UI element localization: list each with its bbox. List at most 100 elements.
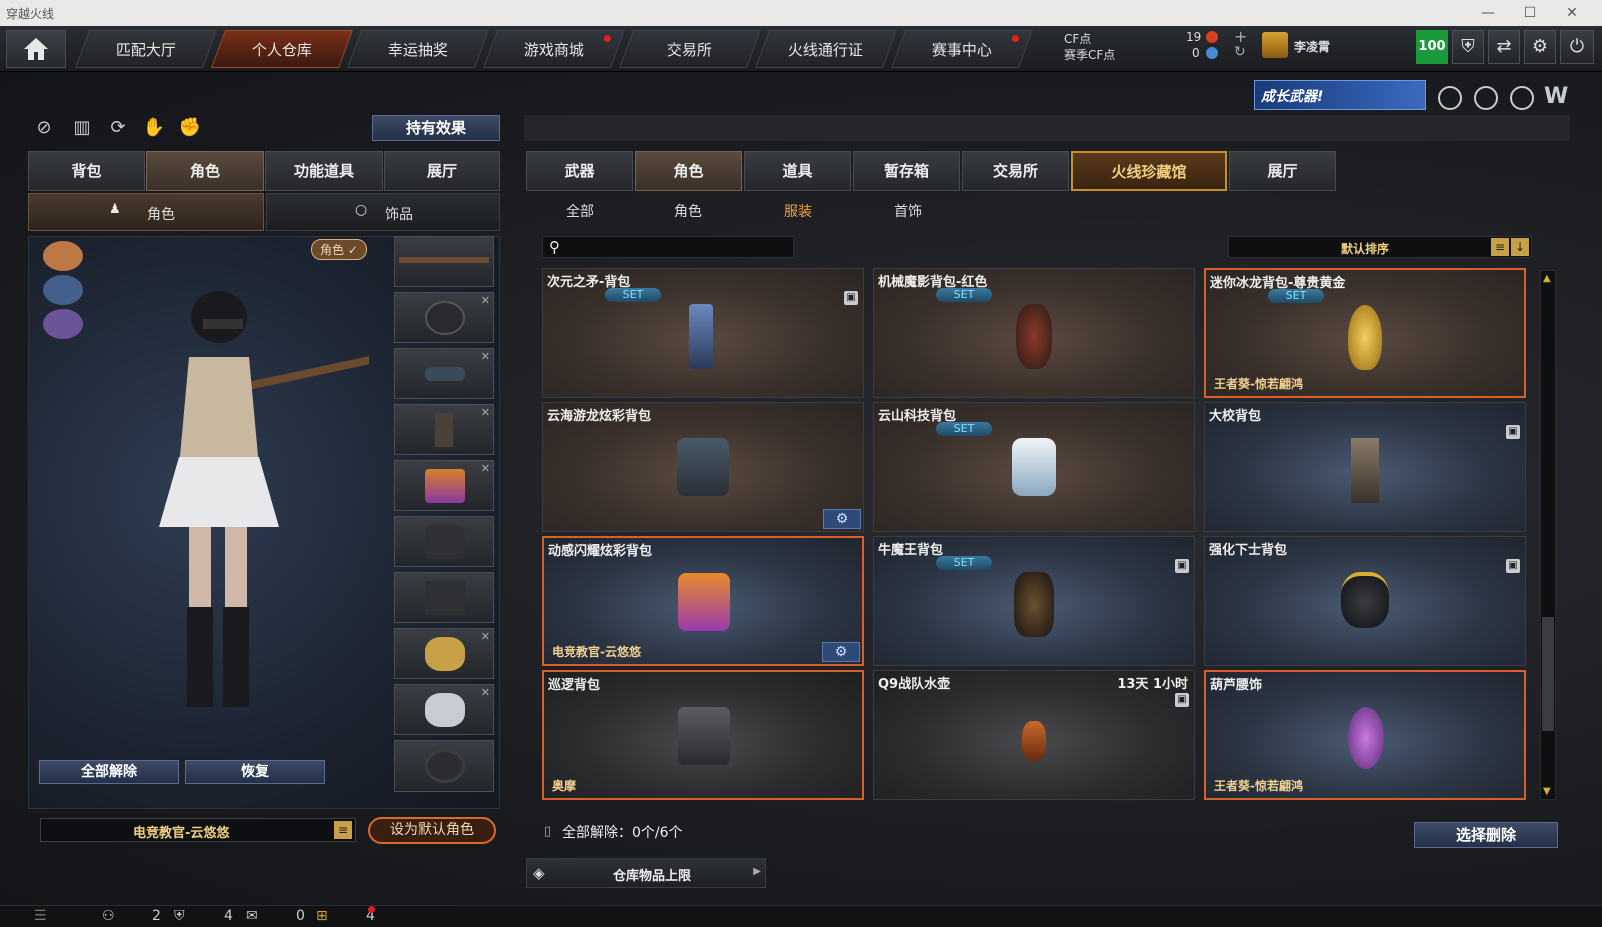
crosshair-icon[interactable] [1510, 86, 1534, 110]
username[interactable]: 李凌霄 [1294, 38, 1330, 55]
shield-button[interactable]: ⛨ [1452, 30, 1484, 64]
badge-icon[interactable] [1438, 86, 1462, 110]
item-card[interactable]: 迷你冰龙背包-尊贵黄金 SET 王者葵-惊若翩鸿 [1204, 268, 1526, 398]
list-icon[interactable]: ≡ [1491, 238, 1509, 256]
tab-temp-box[interactable]: 暂存箱 [853, 151, 960, 191]
ranking-icon[interactable]: ▥ [68, 114, 96, 142]
tab-personal-storage[interactable]: 个人仓库 [211, 30, 353, 68]
camp-blue-icon[interactable] [43, 275, 83, 305]
pose-icon[interactable]: ✋ [140, 114, 168, 142]
scroll-down-icon[interactable]: ▼ [1543, 786, 1551, 797]
unequip-all-button[interactable]: 全部解除 [39, 760, 179, 784]
set-default-character-button[interactable]: 设为默认角色 [368, 817, 496, 844]
item-list-scrollbar[interactable]: ▲ ▼ [1540, 270, 1556, 800]
menu-icon[interactable]: ☰ [34, 908, 47, 924]
shield-icon[interactable]: ⛨ [174, 908, 185, 924]
level-badge[interactable]: 100 [1416, 30, 1448, 64]
slot-backpack[interactable]: ✕ [394, 460, 494, 511]
expand-icon[interactable]: ▶ [753, 866, 761, 877]
item-card[interactable]: 云海游龙炫彩背包 ⚙ [542, 402, 864, 532]
globe-icon[interactable] [1474, 86, 1498, 110]
growth-weapon-banner[interactable]: 成长武器! [1254, 80, 1426, 110]
item-card[interactable]: 牛魔王背包 SET ▣ [873, 536, 1195, 666]
item-card[interactable]: 巡逻背包 奥摩 [542, 670, 864, 800]
trash-icon[interactable]: ▣ [844, 291, 858, 305]
remove-icon[interactable]: ✕ [481, 630, 490, 643]
character-name-field[interactable]: 电竞教官-云悠悠 ≡ [40, 818, 356, 842]
tab-lucky-draw[interactable]: 幸运抽奖 [347, 30, 489, 68]
toggle-off-icon[interactable]: ⊘ [30, 114, 58, 142]
slot-pants[interactable] [394, 572, 494, 623]
camp-eagle-icon[interactable] [43, 241, 83, 271]
storage-limit-bar[interactable]: ◈ 仓库物品上限 ▶ [526, 858, 766, 888]
item-card[interactable]: 强化下士背包 ▣ [1204, 536, 1526, 666]
subtab-jewelry[interactable]: 首饰 [888, 201, 928, 221]
slot-pet-gold[interactable]: ✕ [394, 628, 494, 679]
tab-roles[interactable]: 角色 [635, 151, 742, 191]
tab-exchange[interactable]: 交易所 [619, 30, 761, 68]
remove-icon[interactable]: ✕ [481, 462, 490, 475]
trash-icon[interactable]: ▣ [1175, 693, 1189, 707]
refresh-icon[interactable]: ↻ [1234, 44, 1246, 60]
search-box[interactable]: ⚲ [542, 236, 794, 258]
maximize-button[interactable]: ☐ [1520, 3, 1540, 23]
gear-icon[interactable]: ⚙ [822, 642, 860, 662]
tab-match-hall[interactable]: 匹配大厅 [75, 30, 217, 68]
remove-icon[interactable]: ✕ [481, 350, 490, 363]
tab-backpack[interactable]: 背包 [28, 151, 145, 191]
subtab-accessories[interactable]: ○ 饰品 [266, 193, 500, 231]
friends-icon[interactable]: ⚇ [102, 908, 115, 924]
slot-weapon[interactable] [394, 236, 494, 287]
power-button[interactable]: ⏻ [1560, 30, 1594, 64]
sort-direction-icon[interactable]: ↓ [1511, 238, 1529, 256]
scroll-up-icon[interactable]: ▲ [1543, 273, 1551, 284]
chat-icon[interactable]: ✉ [246, 908, 258, 924]
slot-accessory[interactable] [394, 740, 494, 792]
scroll-thumb[interactable] [1542, 617, 1554, 731]
slot-radio[interactable]: ✕ [394, 404, 494, 455]
settings-button[interactable]: ⚙ [1524, 30, 1556, 64]
remove-icon[interactable]: ✕ [481, 294, 490, 307]
character-model[interactable] [109, 287, 369, 727]
rotate-icon[interactable]: ⟳ [104, 114, 132, 142]
tab-trade[interactable]: 交易所 [962, 151, 1069, 191]
item-card[interactable]: 葫芦腰饰 王者葵-惊若翩鸿 [1204, 670, 1526, 800]
subtab-character[interactable]: ♟ 角色 [28, 193, 264, 231]
tab-function-items[interactable]: 功能道具 [265, 151, 383, 191]
tab-items[interactable]: 道具 [744, 151, 851, 191]
tab-collection[interactable]: 火线珍藏馆 [1071, 151, 1227, 191]
emote-icon[interactable]: ✊ [176, 114, 204, 142]
slot-vest[interactable] [394, 516, 494, 567]
item-card[interactable]: 云山科技背包 SET [873, 402, 1195, 532]
gear-icon[interactable]: ⚙ [823, 509, 861, 529]
slot-goggles[interactable]: ✕ [394, 348, 494, 399]
slot-pet-silver[interactable]: ✕ [394, 684, 494, 735]
item-card[interactable]: 动感闪耀炫彩背包 电竞教官-云悠悠 ⚙ [542, 536, 864, 666]
close-button[interactable]: ✕ [1562, 3, 1582, 23]
subtab-roles[interactable]: 角色 [668, 201, 708, 221]
switch-button[interactable]: ⇄ [1488, 30, 1520, 64]
tab-character[interactable]: 角色 [146, 151, 264, 191]
item-card[interactable]: 大校背包 ▣ [1204, 402, 1526, 532]
tab-battle-pass[interactable]: 火线通行证 [755, 30, 897, 68]
holding-effect-button[interactable]: 持有效果 [372, 115, 500, 141]
gift-icon[interactable]: ⊞ [316, 908, 328, 924]
subtab-all[interactable]: 全部 [560, 201, 600, 221]
list-icon[interactable]: ≡ [334, 821, 352, 839]
subtab-outfit[interactable]: 服装 [778, 201, 818, 221]
home-button[interactable] [6, 30, 66, 68]
tab-game-shop[interactable]: 游戏商城 [483, 30, 625, 68]
trash-icon[interactable]: ▣ [1506, 425, 1520, 439]
item-card[interactable]: Q9战队水壶 13天 1小时 ▣ [873, 670, 1195, 800]
w-logo-icon[interactable]: W [1544, 84, 1568, 109]
remove-icon[interactable]: ✕ [481, 406, 490, 419]
camp-purple-icon[interactable] [43, 309, 83, 339]
select-delete-button[interactable]: 选择删除 [1414, 822, 1558, 848]
restore-button[interactable]: 恢复 [185, 760, 325, 784]
tab-weapons[interactable]: 武器 [526, 151, 633, 191]
item-card[interactable]: 次元之矛-背包 SET ▣ [542, 268, 864, 398]
trash-icon[interactable]: ▣ [1506, 559, 1520, 573]
sort-dropdown[interactable]: 默认排序 ≡ ↓ [1228, 236, 1532, 258]
item-card[interactable]: 机械魔影背包-红色 SET [873, 268, 1195, 398]
tab-event-center[interactable]: 赛事中心 [891, 30, 1033, 68]
